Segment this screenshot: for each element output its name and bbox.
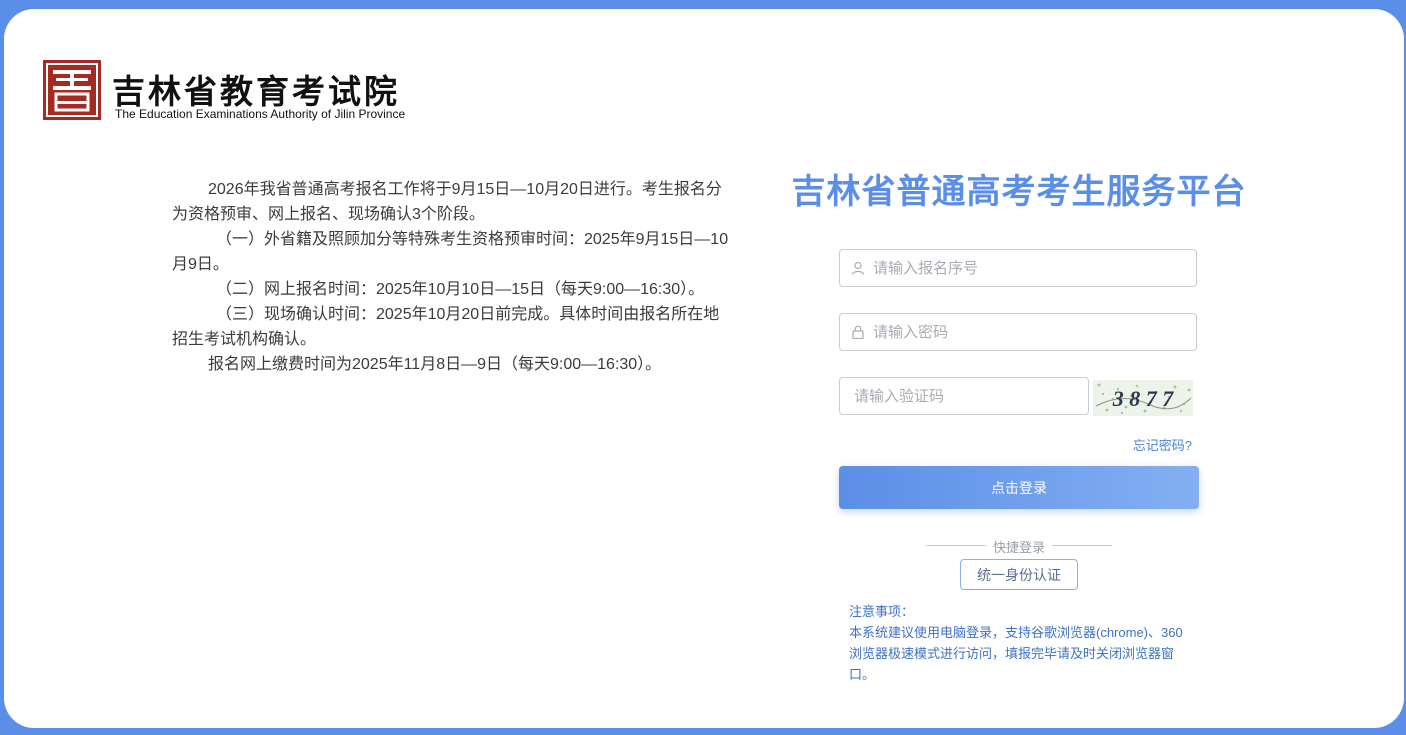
login-card: 吉林省教育考试院 The Education Examinations Auth… <box>4 9 1404 728</box>
unified-identity-auth-button[interactable]: 统一身份认证 <box>960 559 1078 590</box>
notice-paragraph: 报名网上缴费时间为2025年11月8日—9日（每天9:00—16:30）。 <box>208 356 662 373</box>
notice-paragraph: （三）现场确认时间：2025年10月20日前完成。具体时间由报名所在地招生考试机… <box>172 306 720 348</box>
tips-body: 本系统建议使用电脑登录，支持谷歌浏览器(chrome)、360浏览器极速模式进行… <box>849 625 1183 682</box>
notice-paragraph: （二）网上报名时间：2025年10月10日—15日（每天9:00—16:30）。 <box>216 281 705 298</box>
institution-subtitle: The Education Examinations Authority of … <box>115 107 406 121</box>
login-button[interactable]: 点击登录 <box>839 466 1199 509</box>
quick-login-divider: 快捷登录 <box>926 537 1112 555</box>
notice-paragraph: 2026年我省普通高考报名工作将于9月15日—10月20日进行。考生报名分为资格… <box>172 181 722 223</box>
forgot-password-link[interactable]: 忘记密码? <box>1114 435 1192 454</box>
captcha-image[interactable]: 3 8 7 7 <box>1093 380 1193 416</box>
tips-heading: 注意事项： <box>849 604 915 619</box>
registration-notice: 2026年我省普通高考报名工作将于9月15日—10月20日进行。考生报名分为资格… <box>172 177 734 377</box>
platform-title: 吉林省普通高考考生服务平台 <box>791 173 1247 211</box>
captcha-text: 3 8 7 7 <box>1112 386 1175 411</box>
usage-tips: 注意事项： 本系统建议使用电脑登录，支持谷歌浏览器(chrome)、360浏览器… <box>849 601 1194 685</box>
username-field <box>839 249 1197 287</box>
divider-line <box>1052 545 1112 546</box>
password-field <box>839 313 1197 351</box>
institution-name: 吉林省教育考试院 <box>112 72 400 111</box>
institution-logo-icon <box>43 60 101 120</box>
quick-login-label: 快捷登录 <box>992 540 1045 555</box>
username-input[interactable] <box>871 258 1196 278</box>
notice-paragraph: （一）外省籍及照顾加分等特殊考生资格预审时间：2025年9月15日—10月9日。 <box>172 231 729 273</box>
captcha-field <box>839 377 1089 415</box>
user-icon <box>851 261 865 275</box>
password-input[interactable] <box>871 322 1196 342</box>
lock-icon <box>852 325 864 339</box>
captcha-input[interactable] <box>852 386 1088 406</box>
